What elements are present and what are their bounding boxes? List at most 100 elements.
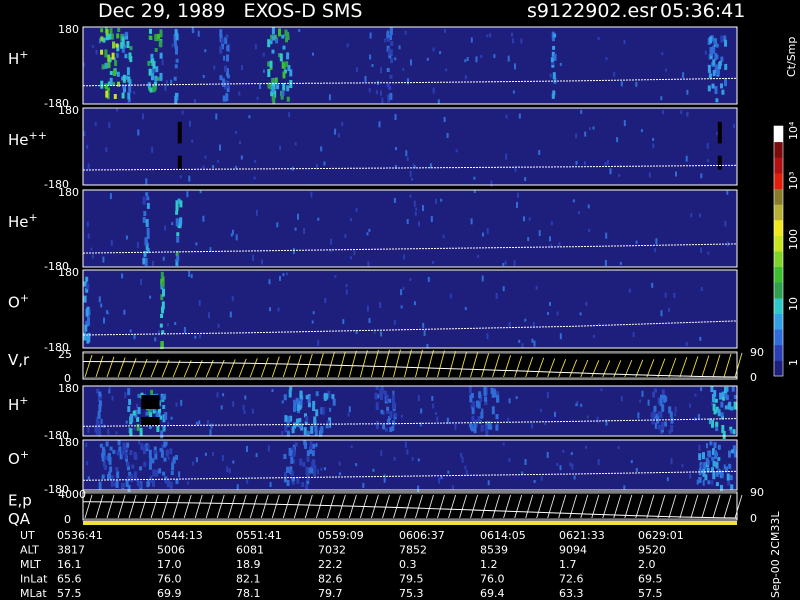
noise-cell [188,270,191,277]
colorbar-tick-label: 100 [787,229,800,250]
noise-cell [395,147,397,151]
noise-cell [549,236,551,242]
count-cell [100,28,104,33]
noise-cell [137,129,140,136]
noise-cell [403,254,406,260]
count-cell [126,442,130,448]
noise-cell [587,204,590,209]
noise-cell [95,49,98,55]
count-cell [707,85,711,92]
noise-cell [151,146,154,153]
noise-cell [559,465,562,471]
panel-label-sup: + [19,394,28,407]
noise-cell [417,395,420,402]
count-cell [389,92,393,100]
count-cell [151,73,154,81]
count-cell [113,94,117,99]
count-cell [131,464,135,469]
count-cell [96,420,100,425]
noise-cell [362,482,365,488]
count-cell [160,314,163,318]
count-cell [731,449,735,454]
noise-cell [460,452,463,458]
noise-cell [198,420,201,425]
count-cell [101,64,105,70]
count-cell [225,34,229,39]
noise-cell [223,55,226,61]
count-cell [126,462,130,467]
table-cell: 69.5 [638,573,663,586]
noise-cell [297,213,299,220]
noise-cell [232,401,235,408]
noise-cell [686,111,689,117]
colorbar-swatch [774,235,783,252]
count-cell [108,471,112,480]
count-cell [290,470,294,476]
count-cell [162,288,165,297]
count-cell [307,402,311,408]
count-cell [707,450,711,457]
noise-cell [524,459,527,465]
noise-cell [426,57,429,61]
noise-cell [91,44,94,48]
count-cell [159,40,163,48]
count-cell [155,66,159,73]
noise-cell [464,465,467,470]
noise-cell [125,420,128,424]
noise-cell [345,289,348,295]
count-cell [83,281,87,287]
noise-cell [378,121,381,128]
noise-cell [212,165,215,169]
count-cell [715,64,719,70]
count-cell [176,232,180,237]
count-cell [712,460,716,467]
noise-cell [406,449,409,455]
noise-cell [226,466,229,473]
noise-cell [482,232,484,237]
noise-cell [549,302,551,306]
noise-cell [675,171,677,177]
count-cell [375,402,379,411]
count-cell [109,446,113,451]
count-cell [491,390,495,398]
noise-cell [505,153,508,160]
noise-cell [317,217,320,221]
count-cell [384,427,388,432]
noise-cell [682,72,685,79]
noise-cell [528,217,531,221]
count-cell [299,399,303,406]
count-cell [127,406,131,412]
table-cell: 7032 [318,544,346,557]
panel-label: He++ [8,129,47,149]
noise-cell [662,110,664,115]
colorbar: 1 10 100 10³ 10⁴ [773,121,800,377]
noise-cell [110,239,113,246]
noise-cell [276,222,279,228]
count-cell [713,442,717,449]
count-cell [320,426,324,433]
y-tick-top: 180 [58,382,79,395]
count-cell [375,386,379,391]
count-cell [390,58,393,64]
count-cell [659,411,663,418]
noise-cell [685,342,688,346]
count-cell [125,480,129,487]
noise-cell [733,124,735,129]
count-cell [104,62,108,69]
noise-cell [269,307,271,312]
noise-cell [404,30,407,35]
panel-label: O+ [8,291,29,311]
count-cell [100,49,104,55]
noise-cell [579,312,582,316]
noise-cell [584,131,587,137]
noise-cell [436,416,439,422]
count-cell [162,471,166,476]
noise-cell [432,261,435,264]
count-cell [132,410,136,416]
right-tick-label: 0 [750,371,757,384]
data-gap [717,121,722,144]
noise-cell [286,272,288,276]
count-cell [101,474,105,479]
noise-cell [652,143,655,149]
noise-cell [508,321,511,327]
